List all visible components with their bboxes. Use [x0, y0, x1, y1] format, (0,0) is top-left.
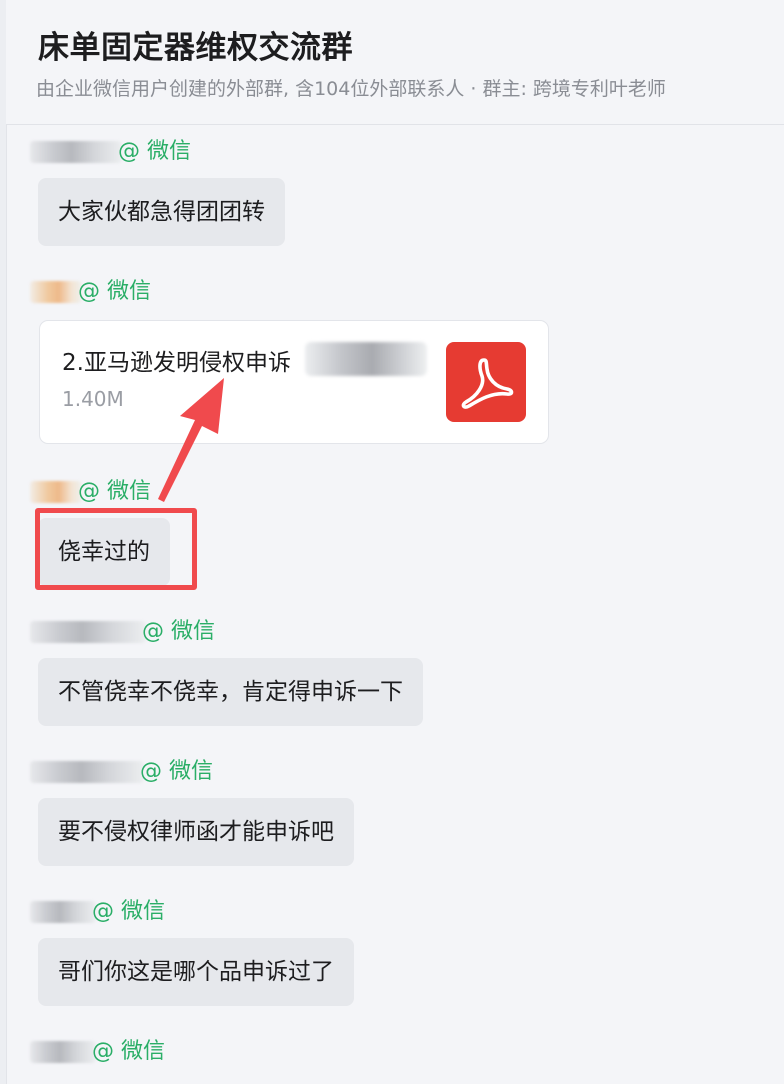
- message-bubble[interactable]: 哥们你这是哪个品申诉过了: [38, 938, 354, 1006]
- redacted-sender-name: [30, 901, 96, 923]
- redacted-sender-name: [30, 621, 146, 643]
- message-bubble[interactable]: 要不侵权律师函才能申诉吧: [38, 798, 354, 866]
- sender-wechat-tag: @ 微信: [142, 619, 215, 644]
- sender-wechat-tag: @ 微信: [92, 1039, 165, 1064]
- sender-wechat-tag: @ 微信: [92, 899, 165, 924]
- message-bubble[interactable]: 不管侥幸不侥幸，肯定得申诉一下: [38, 658, 423, 726]
- sender-wechat-tag: @ 微信: [140, 759, 213, 784]
- annotation-highlight-box: [35, 508, 197, 590]
- redacted-sender-name: [30, 1041, 96, 1063]
- redacted-sender-name: [30, 761, 144, 783]
